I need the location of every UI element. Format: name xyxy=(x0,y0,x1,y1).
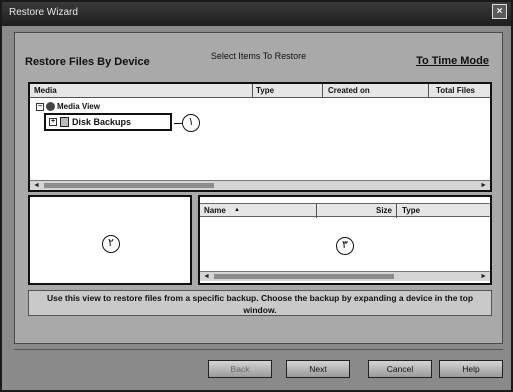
column-name[interactable]: Name xyxy=(204,206,226,215)
help-info-text: Use this view to restore files from a sp… xyxy=(28,290,492,316)
file-list-header: Name ▲ Size Type xyxy=(200,203,490,218)
column-media[interactable]: Media xyxy=(34,86,57,95)
sort-ascending-icon[interactable]: ▲ xyxy=(234,207,240,213)
callout-connector xyxy=(174,123,182,124)
button-divider xyxy=(14,349,503,350)
tree-node-label: Disk Backups xyxy=(72,117,132,127)
time-mode-link[interactable]: To Time Mode xyxy=(416,55,489,67)
tree-node-disk-backups[interactable]: + Disk Backups xyxy=(44,113,172,131)
cancel-button[interactable]: Cancel xyxy=(368,360,432,378)
section-title: Restore Files By Device xyxy=(25,56,150,68)
media-list-header: Media Type Created on Total Files xyxy=(30,84,490,98)
media-horizontal-scrollbar[interactable]: ◄ ► xyxy=(30,180,490,190)
column-separator[interactable] xyxy=(316,204,317,218)
column-separator[interactable] xyxy=(252,84,253,98)
column-type[interactable]: Type xyxy=(256,86,274,95)
column-separator[interactable] xyxy=(322,84,323,98)
window-title: Restore Wizard xyxy=(9,7,78,18)
column-file-type[interactable]: Type xyxy=(402,206,420,215)
back-button[interactable]: Back xyxy=(208,360,272,378)
close-icon[interactable]: × xyxy=(492,4,507,19)
file-list-pane[interactable]: Name ▲ Size Type ٣ ◄ ► xyxy=(198,195,492,285)
help-button[interactable]: Help xyxy=(439,360,503,378)
expand-icon[interactable]: + xyxy=(49,118,57,126)
column-total-files[interactable]: Total Files xyxy=(436,86,475,95)
callout-2: ٢ xyxy=(102,235,120,253)
column-separator[interactable] xyxy=(428,84,429,98)
disk-backups-icon xyxy=(60,117,69,127)
callout-3: ٣ xyxy=(336,237,354,255)
scroll-right-icon[interactable]: ► xyxy=(480,181,487,190)
title-bar[interactable]: Restore Wizard × xyxy=(2,2,511,26)
restore-wizard-window: Restore Wizard × Select Items To Restore… xyxy=(0,0,513,392)
column-size[interactable]: Size xyxy=(376,206,392,215)
tree-root-label: Media View xyxy=(57,102,100,111)
scroll-right-icon[interactable]: ► xyxy=(480,272,487,281)
column-separator[interactable] xyxy=(396,204,397,218)
tree-root-media-view[interactable]: − Media View xyxy=(36,102,100,111)
next-button[interactable]: Next xyxy=(286,360,350,378)
scroll-left-icon[interactable]: ◄ xyxy=(203,272,210,281)
media-tree-pane[interactable]: Media Type Created on Total Files − Medi… xyxy=(28,82,492,192)
column-created-on[interactable]: Created on xyxy=(328,86,370,95)
scrollbar-thumb[interactable] xyxy=(44,183,214,188)
callout-1: ١ xyxy=(182,114,200,132)
scroll-left-icon[interactable]: ◄ xyxy=(33,181,40,190)
collapse-icon[interactable]: − xyxy=(36,102,44,111)
device-detail-pane[interactable]: ٢ xyxy=(28,195,192,285)
scrollbar-thumb[interactable] xyxy=(214,274,394,279)
media-view-icon xyxy=(46,102,55,111)
file-list-horizontal-scrollbar[interactable]: ◄ ► xyxy=(200,271,490,281)
